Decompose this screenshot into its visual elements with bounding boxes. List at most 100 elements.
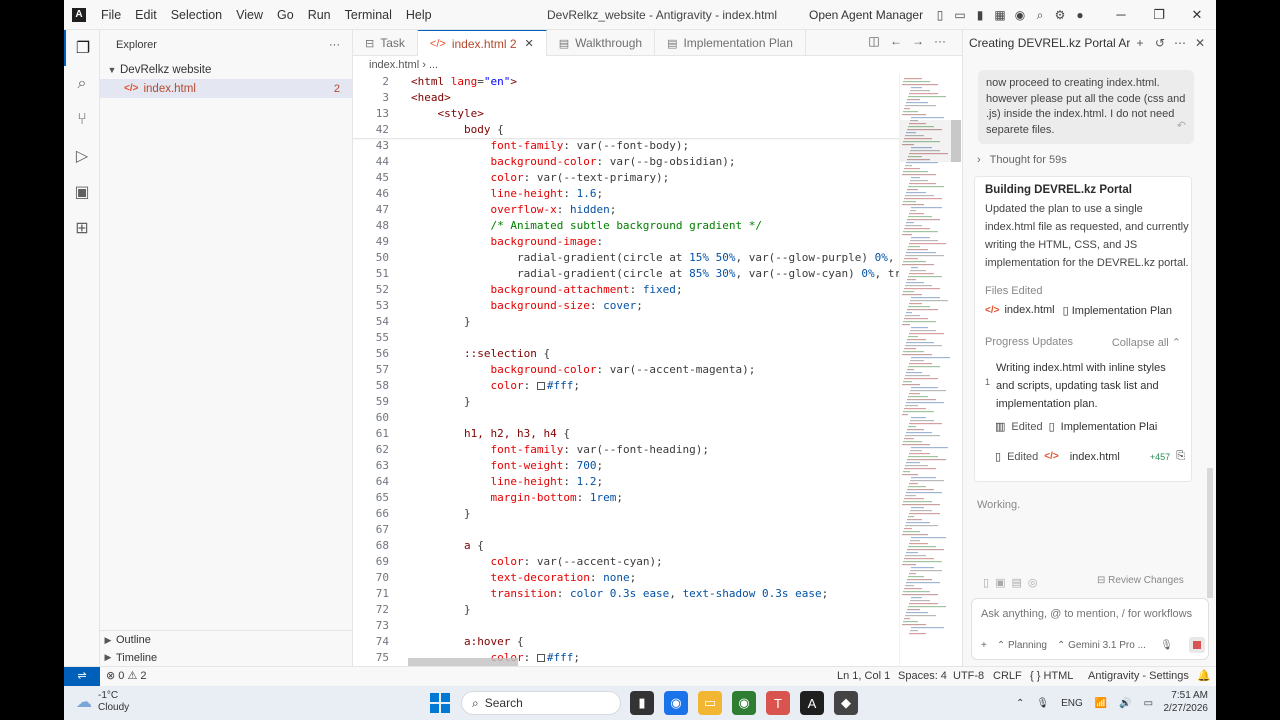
indentation[interactable]: Spaces: 4 [898,667,947,686]
sticky-code-line[interactable]: 42 body { [353,122,899,138]
maximize-button[interactable]: ❐ [1140,0,1178,30]
edited-plan-row[interactable]: ▥ Edited ▯ Implementation Plai [995,420,1185,434]
close-window-button[interactable]: ✕ [1178,0,1216,30]
taskbar-search[interactable]: ⌕ Search [461,691,621,715]
new-chat-icon[interactable]: + [1130,36,1150,50]
code-line[interactable]: 50 radial-gradient(circle at 15% 50%, va… [353,250,899,266]
menu-file[interactable]: File [94,0,128,30]
code-line[interactable]: 62 font-family: var(--font-heading); [353,442,899,458]
model-selector[interactable]: ⌃ Gemini 3.1 Pro ... [1057,640,1146,651]
menu-run[interactable]: Run [301,0,338,30]
microphone-icon[interactable]: 🎙 [1036,698,1049,709]
outline-section[interactable]: ▶ Outline [100,630,353,649]
code-line[interactable]: 73 [353,618,899,634]
close-icon[interactable]: ✕ [1190,36,1210,50]
volume-icon[interactable]: 🔊 [1119,698,1131,709]
menu-view[interactable]: View [229,0,270,30]
cursor-position[interactable]: Ln 1, Col 1 [837,667,890,686]
menu-edit[interactable]: Edit [128,0,164,30]
code-line[interactable]: 47 overflow-x: hidden; [353,202,899,218]
go-back-icon[interactable]: ← [888,34,904,50]
task-view-icon[interactable]: ▮ [630,691,654,715]
remote-indicator-icon[interactable]: ⇌ [64,667,100,686]
code-line[interactable]: 57 background-color: var(--accent-magent… [353,362,899,378]
tab-task[interactable]: ⊟ Task [353,30,418,56]
code-line[interactable]: 63 font-weight: 700; [353,458,899,474]
minimize-button[interactable]: ─ [1102,0,1140,30]
start-button[interactable] [430,693,450,713]
sticky-code-line[interactable]: 3 <head> [353,90,899,106]
breadcrumb-file[interactable]: index.html [369,59,419,71]
code-line[interactable]: 43 font-family: var(--font-body); [353,138,899,154]
chevron-up-icon[interactable]: ⌃ [1016,698,1024,709]
file-row-index-html[interactable]: </> index.html 2 [100,79,352,98]
more-actions-icon[interactable]: ··· [932,34,948,50]
color-swatch-icon[interactable] [536,654,545,662]
remote-explorer-icon[interactable]: ▣ [64,174,100,210]
collapse-all-button[interactable]: Collapse all ⌃ [1112,336,1181,349]
folder-row[interactable]: ▼ DevRelkz website [100,60,352,79]
chat-input[interactable] [981,608,1206,620]
source-control-icon[interactable]: ⑂ [64,102,100,138]
timeline-section[interactable]: ▶ Timeline [100,648,353,667]
code-line[interactable]: 53 background-size: cover; [353,298,899,314]
menu-selection[interactable]: Selection [164,0,229,30]
mode-selector[interactable]: ⌃ Planning [997,640,1047,651]
explorer-icon[interactable]: ❐ [64,30,100,66]
code-line[interactable]: 70 text-decoration: none; [353,570,899,586]
agent-scrollbar[interactable] [1207,468,1213,598]
profile-icon[interactable]: ● [1072,7,1088,23]
battery-icon[interactable]: ▭ [1144,698,1153,709]
edited-index-row[interactable]: ▯ Edited </> index.html +457 ⎘ [995,450,1185,463]
run-debug-icon[interactable]: ▷ [64,138,100,174]
terminal-icon[interactable]: ▤ [1011,576,1021,589]
file-chip-implementation-plan[interactable]: ▯ Implementation Plan [1063,304,1172,317]
extensions-icon[interactable]: ⊞ [64,210,100,246]
add-context-icon[interactable]: + [981,640,987,651]
wifi-icon[interactable]: 📶 [1095,698,1107,709]
code-line[interactable]: 71 transition: color 0.3s ease, text-sha… [353,586,899,602]
history-icon[interactable]: ↺ [1150,36,1170,50]
microphone-icon[interactable]: 🎙 [1160,640,1173,651]
app-icon[interactable]: ◆ [834,691,858,715]
code-line[interactable]: 52 background-attachment: fixed; [353,282,899,298]
code-line[interactable]: 45 color: var(--text-primary); [353,170,899,186]
minimap[interactable] [899,74,951,666]
file-icon[interactable]: ▯ [983,576,989,589]
open-agent-manager-button[interactable]: Open Agent Manager [809,0,923,30]
code-line[interactable]: 66 } [353,506,899,522]
thought-toggle[interactable]: › Thought for 59s [977,154,1067,166]
clock[interactable]: 7:51 AM 2/27/2026 [1164,689,1209,715]
more-actions-icon[interactable]: ⋯ [1170,36,1190,50]
tab-index-html[interactable]: </> index.html 2 ✕ [417,30,547,56]
menu-terminal[interactable]: Terminal [338,0,399,30]
vertical-scrollbar[interactable] [951,120,961,162]
sticky-code-line[interactable]: 2 <html lang="en"> [353,74,899,90]
code-line[interactable]: 61 h1, h2, h3, h4 { [353,426,899,442]
close-icon[interactable]: ✕ [525,37,534,50]
breadcrumb-symbol[interactable]: ... [429,59,438,71]
globe-icon[interactable]: ◎ [1028,576,1038,589]
undo-icon[interactable]: ↶ [1177,119,1186,135]
tab-walkthrough[interactable]: ▤ Walkthrough [547,30,656,56]
toggle-panel-icon[interactable]: ▭ [952,7,968,23]
minimap-viewport[interactable] [900,120,951,162]
tab-implementation-plan[interactable]: ▤ Implementation Plan [655,30,806,56]
gear-icon[interactable]: ⚙ [1052,7,1068,23]
split-editor-icon[interactable]: ◫ [866,34,882,50]
chrome-icon[interactable]: ◉ [664,691,688,715]
search-icon[interactable]: ⌕ [64,66,100,102]
antigravity-icon[interactable]: A [800,691,824,715]
code-line[interactable]: 48 /* Animated subtle background gradien… [353,218,899,234]
code-line[interactable]: 72 } [353,602,899,618]
code-line[interactable]: 68 a { [353,538,899,554]
code-line[interactable]: 46 line-height: 1.6; [353,186,899,202]
code-line[interactable]: 56 ::selection { [353,346,899,362]
menu-go[interactable]: Go [270,0,301,30]
teams-icon[interactable]: T [766,691,790,715]
file-explorer-icon[interactable]: ▭ [698,691,722,715]
more-actions-icon[interactable]: ··· [329,39,340,51]
code-line[interactable]: 60 [353,410,899,426]
encoding[interactable]: UTF-8 [953,667,984,686]
code-line[interactable]: 65 margin-bottom: 1rem; [353,490,899,506]
